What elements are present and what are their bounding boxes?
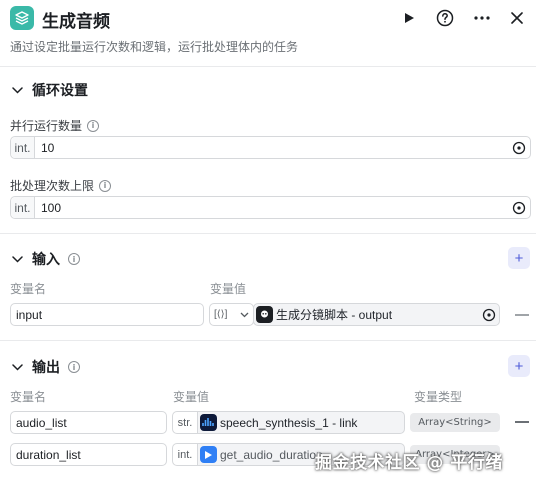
help-button[interactable] bbox=[434, 7, 456, 29]
col-var-value: 变量值 bbox=[173, 390, 210, 404]
info-icon[interactable]: i bbox=[99, 179, 112, 192]
more-icon bbox=[474, 16, 490, 20]
section-title-text: 输出 bbox=[32, 360, 60, 376]
more-button[interactable] bbox=[471, 7, 493, 29]
concurrency-input[interactable]: int. 10 bbox=[10, 136, 531, 159]
output-name-field[interactable]: duration_list bbox=[10, 443, 167, 466]
divider bbox=[0, 233, 536, 234]
divider bbox=[0, 340, 536, 341]
chevron-down-icon[interactable] bbox=[10, 360, 24, 374]
max-batch-value[interactable]: 100 bbox=[35, 201, 508, 215]
llm-node-icon bbox=[256, 306, 273, 323]
type-prefix: str. bbox=[172, 411, 198, 434]
input-value-group[interactable]: [⟨⟩] 生成分镜脚本 - output bbox=[209, 303, 500, 326]
chevron-down-icon[interactable] bbox=[10, 83, 24, 97]
section-title-text: 输入 bbox=[32, 252, 60, 268]
output-value-group[interactable]: str. speech_synthesis_1 - link bbox=[172, 411, 405, 434]
concurrency-label: 并行运行数量 i bbox=[10, 117, 100, 134]
max-batch-input[interactable]: int. 100 bbox=[10, 196, 531, 219]
play-button[interactable] bbox=[398, 7, 420, 29]
play-icon bbox=[405, 13, 414, 23]
plugin-play-icon bbox=[200, 446, 217, 463]
section-input[interactable]: 输入 i bbox=[10, 249, 80, 269]
close-icon bbox=[511, 12, 523, 24]
type-selector[interactable]: [⟨⟩] bbox=[209, 303, 254, 326]
remove-input-button[interactable] bbox=[515, 314, 529, 316]
section-title-text: 循环设置 bbox=[32, 83, 88, 99]
target-icon[interactable] bbox=[482, 308, 496, 322]
divider bbox=[0, 66, 536, 67]
info-icon[interactable]: i bbox=[87, 119, 100, 132]
concurrency-value[interactable]: 10 bbox=[35, 141, 508, 155]
output-name-field[interactable]: audio_list bbox=[10, 411, 167, 434]
target-icon[interactable] bbox=[508, 141, 530, 155]
type-prefix: int. bbox=[11, 137, 35, 158]
layers-icon bbox=[10, 6, 34, 30]
help-icon bbox=[436, 9, 454, 27]
close-button[interactable] bbox=[506, 7, 528, 29]
node-description: 通过设定批量运行次数和逻辑，运行批处理体内的任务 bbox=[10, 40, 299, 54]
col-var-name: 变量名 bbox=[10, 390, 47, 404]
add-input-button[interactable]: + bbox=[508, 247, 530, 269]
chevron-down-icon[interactable] bbox=[10, 252, 24, 266]
output-ref-text: speech_synthesis_1 - link bbox=[220, 415, 358, 430]
remove-output-button[interactable] bbox=[515, 421, 529, 423]
info-icon[interactable]: i bbox=[68, 253, 80, 265]
add-output-button[interactable]: + bbox=[508, 355, 530, 377]
input-ref-text: 生成分镜脚本 - output bbox=[276, 308, 393, 322]
type-prefix: int. bbox=[11, 197, 35, 218]
col-var-value: 变量值 bbox=[210, 282, 247, 296]
max-batch-label: 批处理次数上限 i bbox=[10, 177, 112, 194]
section-loop-settings[interactable]: 循环设置 bbox=[10, 80, 88, 100]
node-header: 生成音频 bbox=[0, 0, 536, 36]
type-prefix: int. bbox=[172, 443, 198, 466]
watermark: 掘金技术社区 @ 平行绪 bbox=[315, 453, 503, 473]
var-type-badge: Array<String> bbox=[410, 413, 500, 432]
target-icon[interactable] bbox=[508, 201, 530, 215]
section-output[interactable]: 输出 i bbox=[10, 357, 80, 377]
input-ref-box[interactable]: 生成分镜脚本 - output bbox=[253, 303, 500, 326]
output-ref-box[interactable]: speech_synthesis_1 - link bbox=[197, 411, 405, 434]
chevron-down-icon bbox=[240, 312, 249, 317]
col-var-type: 变量类型 bbox=[414, 390, 463, 404]
col-var-name: 变量名 bbox=[10, 282, 47, 296]
input-name-field[interactable]: input bbox=[10, 303, 204, 326]
info-icon[interactable]: i bbox=[68, 361, 80, 373]
node-title[interactable]: 生成音频 bbox=[42, 7, 110, 32]
audio-wave-icon bbox=[200, 414, 217, 431]
output-ref-text: get_audio_duration bbox=[220, 447, 323, 462]
